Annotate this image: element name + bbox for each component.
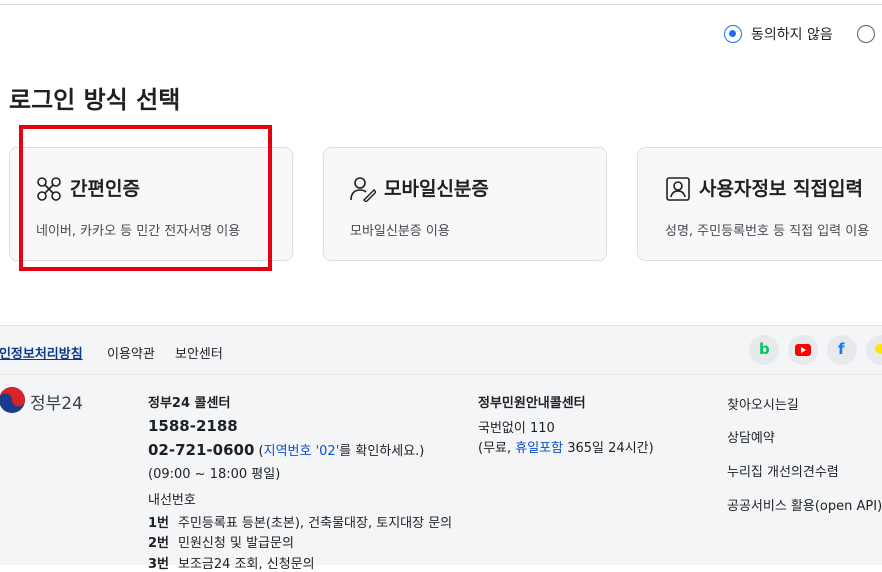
login-method-title: 로그인 방식 선택 bbox=[9, 86, 181, 114]
method-desc: 네이버, 카카오 등 민간 전자서명 이용 bbox=[36, 224, 241, 239]
site-footer: 개인정보처리방침 이용약관 보안센터 b f 정부24 정부24 콜센터 158… bbox=[0, 325, 882, 572]
gov-center-line2: (무료, 휴일포함 365일 24시간) bbox=[478, 437, 654, 456]
phone-note-rest: 를 확인하세요.) bbox=[339, 444, 425, 459]
gov-center-line1: 국번없이 110 bbox=[478, 421, 555, 436]
login-method-mobile-id[interactable]: 모바일신분증 모바일신분증 이용 bbox=[323, 147, 607, 261]
holiday-link[interactable]: 휴일포함 bbox=[515, 441, 563, 456]
area-code-link[interactable]: 지역번호 '02' bbox=[264, 444, 340, 459]
blog-icon[interactable]: b bbox=[749, 335, 779, 365]
terms-link[interactable]: 이용약관 bbox=[107, 343, 155, 362]
directions-link[interactable]: 찾아오시는길 bbox=[727, 394, 799, 413]
simple-auth-icon bbox=[37, 177, 61, 201]
phone-secondary-row: 02-721-0600 (지역번호 '02'를 확인하세요.) bbox=[148, 440, 424, 459]
mobile-id-icon bbox=[350, 177, 376, 202]
kakao-icon[interactable] bbox=[866, 335, 882, 365]
method-title: 모바일신분증 bbox=[384, 178, 489, 200]
next-option-radio[interactable] bbox=[857, 25, 875, 43]
open-api-link[interactable]: 공공서비스 활용(open API) bbox=[727, 495, 882, 514]
extension-row: 1번 주민등록표 등본(초본), 건축물대장, 토지대장 문의 bbox=[148, 512, 452, 531]
phone-secondary: 02-721-0600 bbox=[148, 441, 255, 459]
extension-number: 3번 bbox=[148, 557, 170, 572]
phone-primary: 1588-2188 bbox=[148, 417, 238, 435]
footer-link-bar: 개인정보처리방침 이용약관 보안센터 b f bbox=[0, 326, 882, 375]
logo-text: 정부24 bbox=[30, 394, 83, 414]
facebook-icon[interactable]: f bbox=[827, 335, 857, 365]
callcenter-hours: (09:00 ~ 18:00 평일) bbox=[148, 467, 281, 482]
method-title: 사용자정보 직접입력 bbox=[699, 178, 863, 200]
disagree-radio[interactable] bbox=[724, 25, 742, 43]
login-method-simple-auth[interactable]: 간편인증 네이버, 카카오 등 민간 전자서명 이용 bbox=[9, 147, 293, 261]
privacy-policy-link[interactable]: 개인정보처리방침 bbox=[0, 343, 83, 362]
login-method-user-info[interactable]: 사용자정보 직접입력 성명, 주민등록번호 등 직접 입력 이용 bbox=[637, 147, 882, 261]
method-desc: 모바일신분증 이용 bbox=[350, 224, 450, 239]
consent-radio-group: 동의하지 않음 bbox=[724, 22, 882, 46]
extension-title: 내선번호 bbox=[148, 493, 196, 508]
extension-text: 보조금24 조회, 신청문의 bbox=[178, 557, 315, 572]
extension-text: 민원신청 및 발급문의 bbox=[178, 536, 294, 551]
method-desc: 성명, 주민등록번호 등 직접 입력 이용 bbox=[665, 224, 870, 239]
security-center-link[interactable]: 보안센터 bbox=[175, 343, 223, 362]
method-title: 간편인증 bbox=[70, 178, 140, 200]
top-divider bbox=[0, 0, 882, 5]
disagree-label[interactable]: 동의하지 않음 bbox=[751, 24, 833, 44]
consult-reservation-link[interactable]: 상담예약 bbox=[727, 427, 775, 446]
callcenter-section: 정부24 콜센터 bbox=[148, 392, 230, 411]
feedback-link[interactable]: 누리집 개선의견수렴 bbox=[727, 461, 839, 480]
callcenter-title: 정부24 콜센터 bbox=[148, 396, 231, 411]
extension-number: 2번 bbox=[148, 536, 170, 551]
extension-text: 주민등록표 등본(초본), 건축물대장, 토지대장 문의 bbox=[178, 516, 453, 531]
extension-row: 2번 민원신청 및 발급문의 bbox=[148, 532, 294, 551]
youtube-icon[interactable] bbox=[788, 335, 818, 365]
gov-emblem-icon bbox=[0, 387, 25, 413]
extension-row: 3번 보조금24 조회, 신청문의 bbox=[148, 553, 315, 572]
gov-line2-rest: 365일 24시간) bbox=[563, 441, 654, 456]
gov-center-title: 정부민원안내콜센터 bbox=[478, 396, 586, 411]
gov-line2-open: (무료, bbox=[478, 441, 516, 456]
extension-number: 1번 bbox=[148, 516, 170, 531]
user-info-icon bbox=[666, 177, 690, 201]
